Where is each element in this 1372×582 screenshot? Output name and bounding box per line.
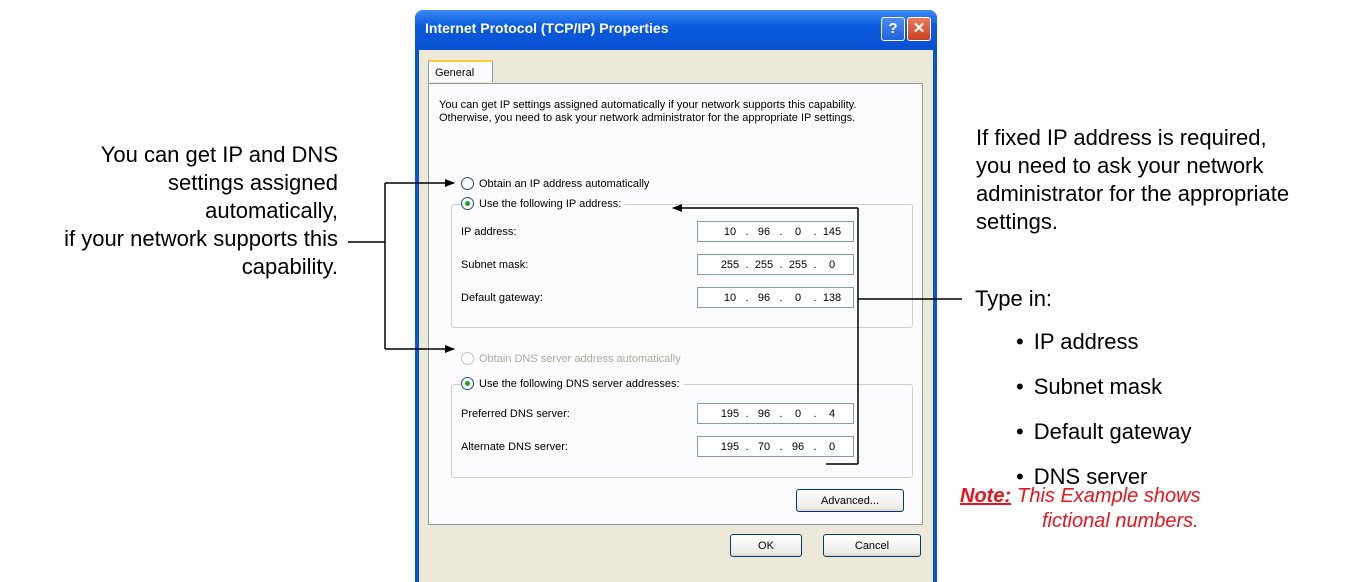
connector-lines: [348, 179, 962, 465]
